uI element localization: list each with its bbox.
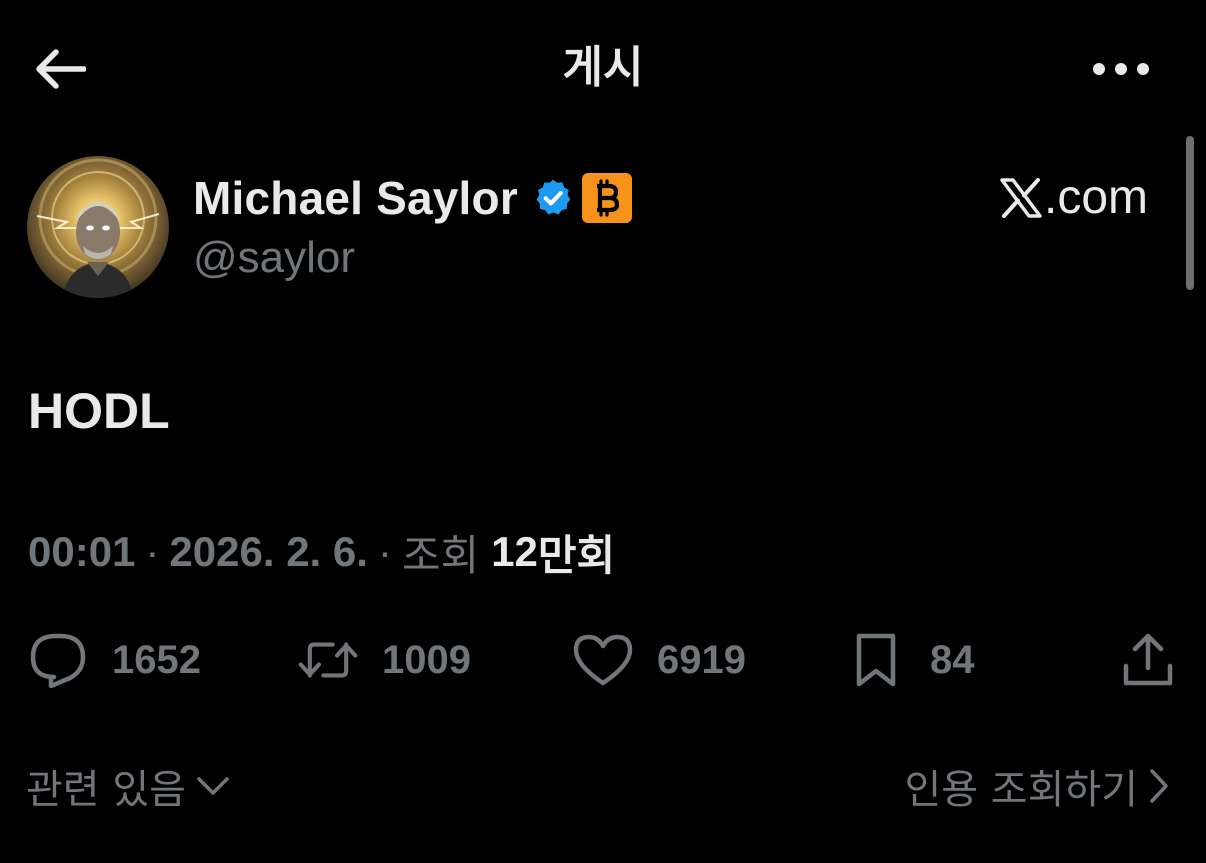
view-quotes-label: 인용 조회하기 [904, 767, 1138, 813]
view-quotes-link[interactable]: 인용 조회하기 [904, 760, 1170, 813]
author-name: Michael Saylor [193, 172, 518, 224]
verified-badge-icon [532, 177, 574, 219]
author-handle[interactable]: @saylor [193, 230, 355, 286]
bookmark-button[interactable]: 84 [846, 630, 975, 690]
avatar[interactable] [27, 156, 169, 298]
more-horizontal-icon [1093, 63, 1149, 75]
meta-separator: · [377, 528, 392, 575]
x-logo-icon [1000, 178, 1042, 218]
repost-icon [298, 630, 358, 690]
bookmark-icon [846, 630, 906, 690]
reply-button[interactable]: 1652 [28, 630, 201, 690]
heart-icon [573, 630, 633, 690]
meta-separator: · [145, 528, 160, 575]
top-app-bar: 게시 [0, 0, 1206, 140]
scrollbar[interactable] [1186, 136, 1194, 290]
post-date[interactable]: 2026. 2. 6. [169, 528, 368, 576]
chevron-down-icon [196, 775, 230, 797]
views-prefix: 조회 [401, 531, 480, 579]
views-unit: 만회 [537, 531, 616, 579]
views-count[interactable]: 12 [491, 528, 538, 576]
reply-icon [28, 630, 88, 690]
like-count: 6919 [657, 637, 746, 682]
profile-photo [27, 156, 169, 298]
share-button[interactable] [1118, 630, 1178, 690]
author-name-row[interactable]: Michael Saylor [193, 168, 632, 228]
bitcoin-icon[interactable] [581, 173, 632, 223]
more-options-button[interactable] [1086, 48, 1156, 90]
source-link-label: .com [1043, 171, 1148, 224]
source-link[interactable]: .com [1000, 168, 1148, 228]
bookmark-count: 84 [930, 637, 975, 682]
related-label: 관련 있음 [26, 767, 186, 813]
reply-count: 1652 [112, 637, 201, 682]
page-title: 게시 [562, 42, 644, 93]
share-icon [1118, 630, 1178, 690]
repost-button[interactable]: 1009 [298, 630, 471, 690]
post-text: HODL [28, 383, 170, 439]
like-button[interactable]: 6919 [573, 630, 746, 690]
post-time[interactable]: 00:01 [28, 528, 135, 576]
chevron-right-icon [1148, 768, 1170, 804]
repost-count: 1009 [382, 637, 471, 682]
related-dropdown[interactable]: 관련 있음 [26, 760, 230, 813]
post-meta: 00:01 · 2026. 2. 6. · 조회 12 만회 [28, 524, 615, 580]
